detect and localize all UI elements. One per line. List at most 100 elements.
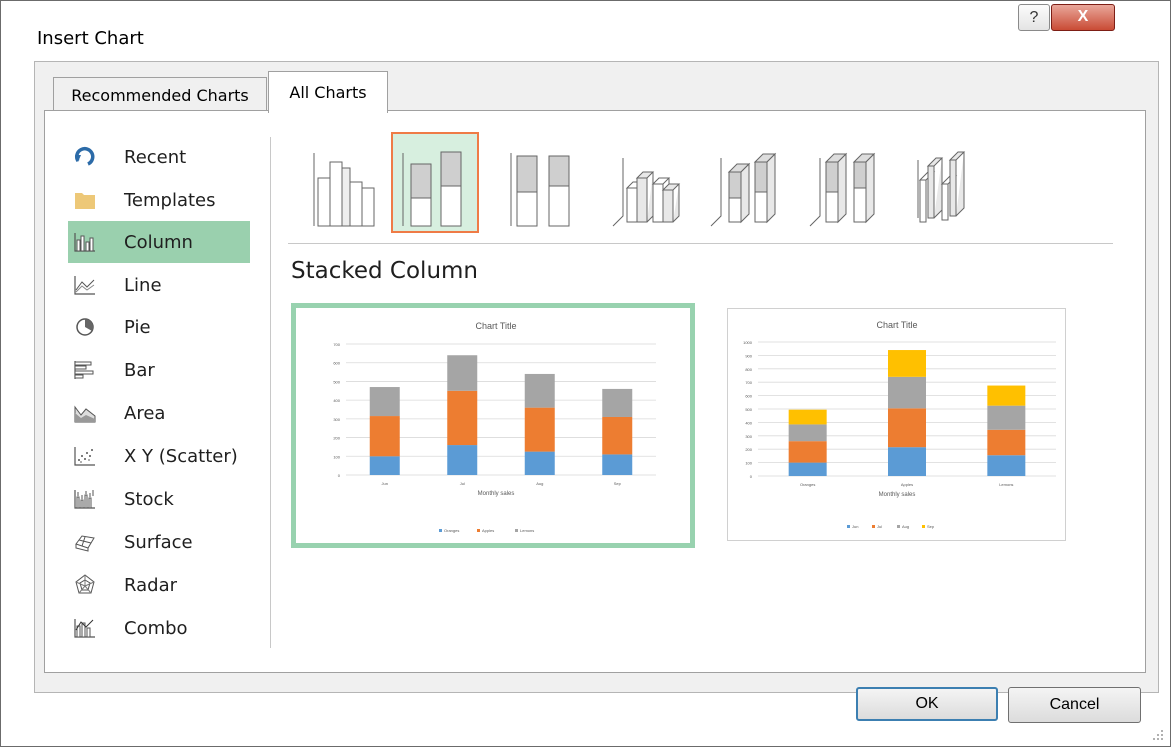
y-tick-label: 700: [745, 380, 752, 385]
bar-chart-icon: [74, 359, 96, 381]
x-tick-label: Sep: [614, 481, 622, 486]
sidebar-divider: [270, 137, 271, 648]
bar-segment: [888, 447, 926, 476]
y-tick-label: 200: [333, 436, 340, 441]
x-axis-label: Monthly sales: [478, 491, 515, 497]
legend-swatch: [847, 525, 850, 528]
resize-grip-icon[interactable]: [1150, 727, 1164, 741]
sidebar-item-label: Combo: [124, 617, 188, 639]
bar-segment: [788, 441, 827, 463]
y-tick-label: 800: [745, 367, 752, 372]
radar-chart-icon: [74, 574, 96, 596]
y-tick-label: 700: [333, 342, 340, 347]
bar-segment: [602, 454, 633, 475]
sidebar-item-line[interactable]: Line: [68, 264, 250, 306]
y-tick-label: 0: [338, 473, 341, 478]
sidebar-item-templates[interactable]: Templates: [68, 179, 250, 221]
bar-segment: [369, 416, 400, 457]
sidebar-item-stock[interactable]: Stock: [68, 478, 250, 520]
bar-segment: [524, 373, 555, 408]
y-tick-label: 200: [745, 447, 752, 452]
legend-label: Oranges: [444, 528, 459, 533]
bar-segment: [987, 429, 1026, 456]
y-tick-label: 500: [333, 379, 340, 384]
sidebar-item-label: Surface: [124, 531, 193, 553]
recent-icon: [74, 146, 96, 168]
3d-column-icon[interactable]: [902, 132, 990, 233]
bar-segment: [788, 424, 827, 442]
100-stacked-column-icon[interactable]: [501, 132, 589, 233]
y-tick-label: 400: [745, 420, 752, 425]
line-chart-icon: [74, 274, 96, 296]
y-tick-label: 600: [333, 361, 340, 366]
x-tick-label: Aug: [536, 481, 543, 486]
preview-chart-1[interactable]: Chart Title 700 600 500 400 300 200 100 0 Jun Jul A…: [291, 303, 695, 548]
combo-chart-icon: [74, 617, 96, 639]
tab-all-charts[interactable]: All Charts: [268, 71, 388, 113]
bar-segment: [602, 388, 633, 417]
chart-title: Chart Title: [876, 320, 917, 330]
sidebar-item-pie[interactable]: Pie: [68, 306, 250, 348]
sidebar-item-bar[interactable]: Bar: [68, 349, 250, 391]
x-tick-label: Oranges: [800, 482, 815, 487]
y-tick-label: 300: [333, 417, 340, 422]
legend-swatch: [477, 529, 480, 532]
sidebar-item-radar[interactable]: Radar: [68, 564, 250, 606]
3d-clustered-column-icon[interactable]: [605, 132, 693, 233]
sidebar-item-surface[interactable]: Surface: [68, 521, 250, 563]
close-button[interactable]: X: [1051, 4, 1115, 31]
x-tick-label: Lemons: [999, 482, 1013, 487]
y-tick-label: 300: [745, 434, 752, 439]
bar-segment: [602, 416, 633, 455]
y-tick-label: 500: [745, 407, 752, 412]
bar-segment: [888, 350, 926, 377]
chart-type-heading: Stacked Column: [291, 258, 478, 284]
x-tick-label: Jul: [460, 481, 465, 486]
chart-title: Chart Title: [475, 321, 516, 331]
sidebar-item-recent[interactable]: Recent: [68, 136, 250, 178]
ok-button[interactable]: OK: [856, 687, 998, 721]
sidebar-item-area[interactable]: Area: [68, 392, 250, 434]
sidebar-item-label: Line: [124, 274, 162, 296]
legend-label: Lemons: [520, 528, 534, 533]
pie-chart-icon: [74, 316, 96, 338]
legend-swatch: [922, 525, 925, 528]
help-button[interactable]: ?: [1018, 4, 1050, 31]
bar-segment: [888, 376, 926, 409]
sidebar-item-label: Bar: [124, 359, 155, 381]
legend-swatch: [439, 529, 442, 532]
title-bar: Insert Chart ? X: [1, 1, 1170, 49]
bar-segment: [788, 462, 827, 476]
clustered-column-icon[interactable]: [302, 132, 390, 233]
y-tick-label: 0: [750, 474, 753, 479]
x-axis-label: Monthly sales: [879, 492, 916, 498]
sidebar-item-xy-scatter[interactable]: X Y (Scatter): [68, 435, 250, 477]
bar-segment: [524, 451, 555, 475]
sidebar-item-column[interactable]: Column: [68, 221, 250, 263]
dialog-title: Insert Chart: [37, 28, 144, 49]
legend-label: Aug: [902, 524, 909, 529]
3d-100-stacked-column-icon[interactable]: [802, 132, 890, 233]
cancel-button[interactable]: Cancel: [1008, 687, 1141, 723]
bar-segment: [888, 408, 926, 448]
tab-recommended-charts[interactable]: Recommended Charts: [53, 77, 267, 112]
sidebar-item-label: Recent: [124, 146, 187, 168]
stacked-column-icon[interactable]: [391, 132, 479, 233]
sidebar-item-label: Column: [124, 231, 193, 253]
sidebar-item-label: Templates: [124, 189, 216, 211]
sidebar-item-label: Radar: [124, 574, 177, 596]
x-tick-label: Jun: [382, 481, 388, 486]
area-chart-icon: [74, 402, 96, 424]
preview-chart-2[interactable]: Chart Title 1000 900 800 700 600 500 400 300 200 1…: [727, 308, 1066, 541]
surface-chart-icon: [74, 531, 96, 553]
sidebar-item-label: Pie: [124, 316, 151, 338]
y-tick-label: 100: [333, 454, 340, 459]
bar-segment: [987, 405, 1026, 430]
3d-stacked-column-icon[interactable]: [703, 132, 791, 233]
legend-label: Apples: [482, 528, 494, 533]
y-tick-label: 100: [745, 461, 752, 466]
sidebar-item-combo[interactable]: Combo: [68, 607, 250, 649]
legend-swatch: [872, 525, 875, 528]
bar-segment: [447, 390, 478, 446]
sidebar-item-label: Area: [124, 402, 166, 424]
